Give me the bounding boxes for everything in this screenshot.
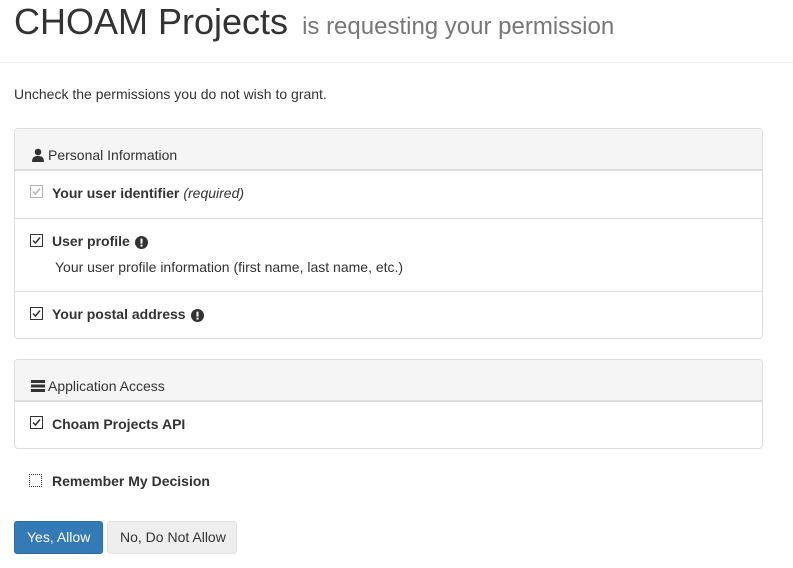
app-name: CHOAM Projects — [14, 1, 289, 42]
required-note: (required) — [183, 185, 245, 201]
postal-address-label: Your postal address — [52, 305, 204, 323]
permission-row-user-identifier: Your user identifier (required) — [15, 170, 762, 218]
choam-api-label: Choam Projects API — [52, 416, 186, 432]
page-subtitle: is requesting your permission — [302, 13, 615, 40]
postal-address-checkbox[interactable] — [30, 307, 43, 320]
user-profile-description: Your user profile information (first nam… — [55, 259, 404, 275]
remember-decision-label[interactable]: Remember My Decision — [52, 472, 210, 490]
permission-row-postal-address: Your postal address — [15, 291, 762, 339]
page-header: CHOAM Projects is requesting your permis… — [0, 0, 793, 63]
page-title: CHOAM Projects is requesting your permis… — [14, 2, 614, 47]
permission-row-choam-api: Choam Projects API — [15, 401, 762, 448]
remember-decision-checkbox[interactable] — [29, 474, 42, 487]
panel-heading-label: Personal Information — [48, 146, 178, 163]
permission-label: Your postal address — [52, 306, 186, 322]
user-identifier-checkbox[interactable] — [30, 185, 43, 198]
permission-label: Your user identifier — [52, 185, 180, 201]
allow-button[interactable]: Yes, Allow — [14, 521, 103, 554]
user-icon — [31, 148, 45, 162]
application-access-panel: Application Access Choam Projects API — [14, 359, 763, 449]
personal-information-panel: Personal Information Your user identifie… — [14, 128, 763, 339]
choam-api-checkbox[interactable] — [30, 416, 43, 429]
permission-label: User profile — [52, 233, 130, 249]
panel-heading: Application Access — [15, 360, 762, 401]
exclamation-sign-icon[interactable] — [190, 308, 204, 322]
panel-heading-label: Application Access — [48, 377, 165, 394]
tasks-icon — [31, 379, 45, 393]
panel-heading: Personal Information — [15, 129, 762, 170]
permission-row-user-profile: User profile Your user profile informati… — [15, 218, 762, 291]
user-identifier-label: Your user identifier (required) — [52, 184, 244, 202]
deny-button[interactable]: No, Do Not Allow — [107, 521, 237, 554]
user-profile-checkbox[interactable] — [30, 234, 43, 247]
user-profile-label: User profile — [52, 232, 148, 250]
exclamation-sign-icon[interactable] — [134, 235, 148, 249]
intro-text: Uncheck the permissions you do not wish … — [14, 86, 327, 102]
